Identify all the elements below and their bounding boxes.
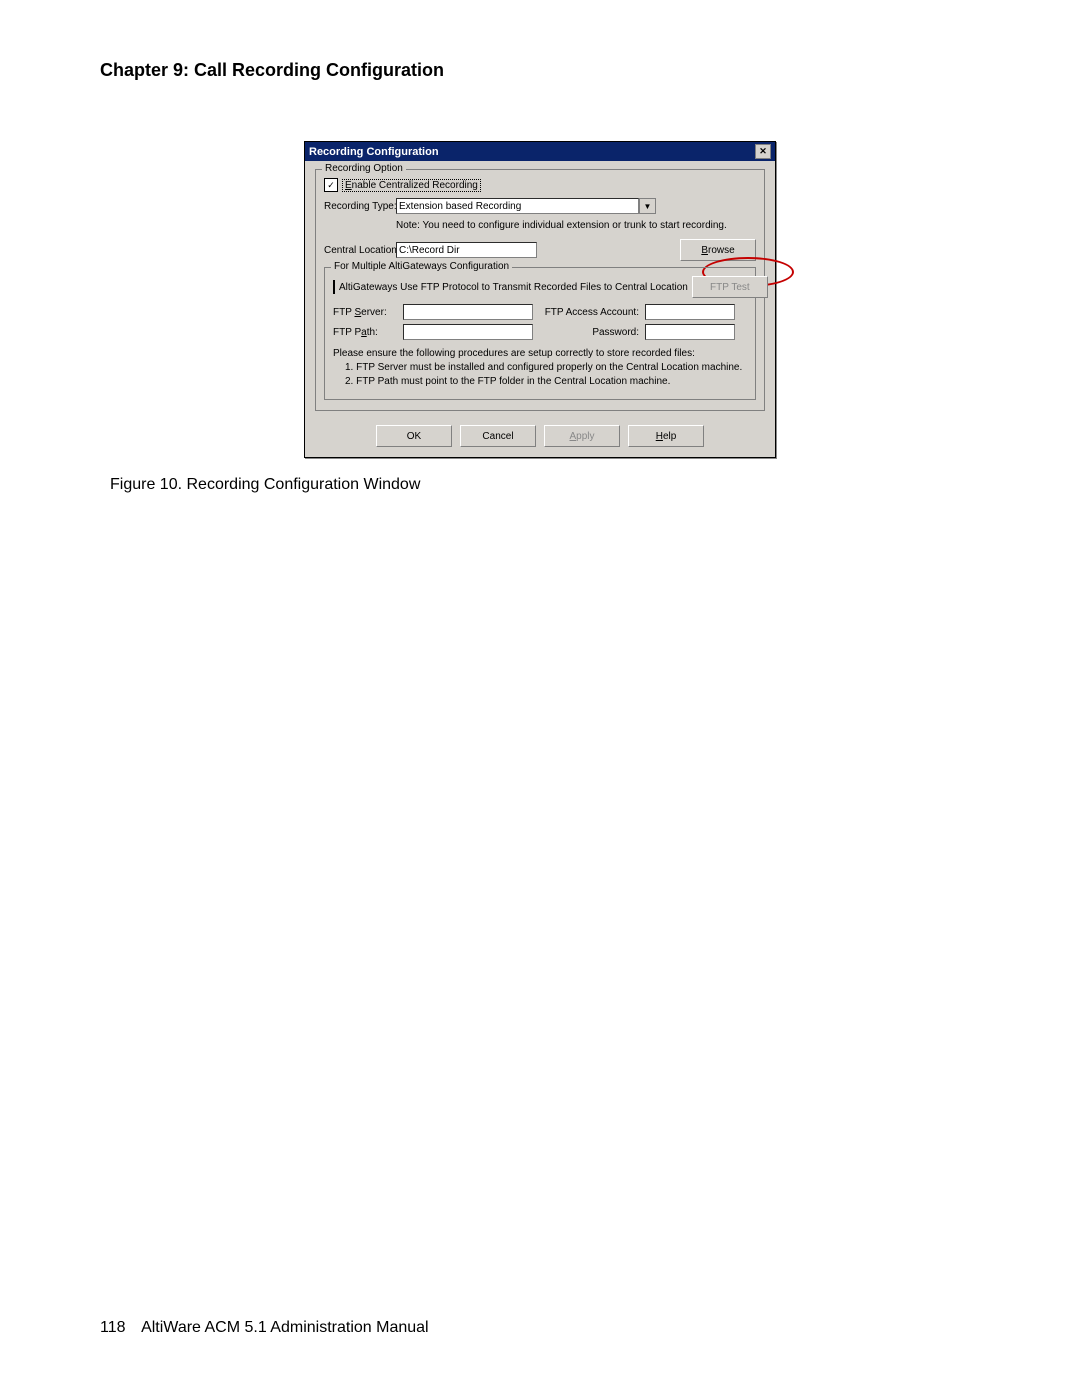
ftp-path-label: FTP Path:: [333, 327, 397, 338]
chevron-down-icon[interactable]: ▼: [639, 198, 656, 214]
ftp-server-input[interactable]: [403, 304, 533, 320]
procedure-1: 1. FTP Server must be installed and conf…: [345, 362, 747, 373]
figure-caption: Figure 10. Recording Configuration Windo…: [110, 476, 420, 494]
enable-rest: nable Centralized Recording: [352, 180, 478, 191]
central-location-input[interactable]: [396, 242, 537, 258]
group-legend: Recording Option: [322, 163, 406, 174]
document-page: Chapter 9: Call Recording Configuration …: [0, 0, 1080, 1397]
enable-centralized-label: Enable Centralized Recording: [342, 179, 481, 192]
dialog-button-row: OK Cancel Apply Help: [315, 425, 765, 447]
enable-underline: E: [345, 180, 352, 191]
dialog-body: Recording Option ✓ Enable Centralized Re…: [305, 161, 775, 457]
dialog-title: Recording Configuration: [309, 146, 439, 158]
help-ul: H: [656, 431, 663, 442]
password-input[interactable]: [645, 324, 735, 340]
footer-text: AltiWare ACM 5.1 Administration Manual: [141, 1319, 429, 1336]
procedures-intro: Please ensure the following procedures a…: [333, 348, 747, 359]
ftp-protocol-label: AltiGateways Use FTP Protocol to Transmi…: [339, 282, 688, 293]
password-label: Password:: [539, 327, 639, 338]
ftp-test-button[interactable]: FTP Test: [692, 276, 768, 298]
recording-type-value[interactable]: [396, 198, 639, 214]
ftp-fields-grid: FTP Server: FTP Access Account: FTP Path…: [333, 304, 747, 340]
help-rest: elp: [663, 431, 676, 442]
central-location-label: Central Location:: [324, 245, 392, 256]
help-button[interactable]: Help: [628, 425, 704, 447]
browse-rest: rowse: [708, 245, 735, 256]
recording-type-select[interactable]: ▼: [396, 198, 656, 214]
figure-wrap: Recording Configuration ✕ Recording Opti…: [100, 141, 980, 494]
enable-centralized-row: ✓ Enable Centralized Recording: [324, 178, 756, 192]
ftp-server-pre: FTP: [333, 307, 354, 318]
page-number: 118: [100, 1319, 126, 1336]
ftp-path-input[interactable]: [403, 324, 533, 340]
ftp-protocol-checkbox[interactable]: [333, 280, 335, 294]
ftp-protocol-row: AltiGateways Use FTP Protocol to Transmi…: [333, 276, 747, 298]
recording-note: Note: You need to configure individual e…: [396, 220, 756, 231]
ftp-server-rest: erver:: [361, 307, 387, 318]
chapter-title: Chapter 9: Call Recording Configuration: [100, 60, 980, 81]
ftp-path-rest: th:: [367, 327, 378, 338]
recording-type-label: Recording Type:: [324, 201, 392, 212]
ftp-path-pre: FTP P: [333, 327, 361, 338]
apply-rest: pply: [576, 431, 594, 442]
ftp-access-account-input[interactable]: [645, 304, 735, 320]
enable-centralized-checkbox[interactable]: ✓: [324, 178, 338, 192]
close-icon[interactable]: ✕: [755, 144, 771, 159]
dialog-titlebar: Recording Configuration ✕: [305, 142, 775, 161]
multi-altigateways-group: For Multiple AltiGateways Configuration …: [324, 267, 756, 400]
inner-group-legend: For Multiple AltiGateways Configuration: [331, 261, 512, 272]
browse-button[interactable]: Browse: [680, 239, 756, 261]
ftp-server-label: FTP Server:: [333, 307, 397, 318]
apply-button[interactable]: Apply: [544, 425, 620, 447]
recording-configuration-dialog: Recording Configuration ✕ Recording Opti…: [304, 141, 776, 458]
page-footer: 118 AltiWare ACM 5.1 Administration Manu…: [100, 1319, 429, 1337]
recording-option-group: Recording Option ✓ Enable Centralized Re…: [315, 169, 765, 411]
browse-ul: B: [701, 245, 708, 256]
ok-button[interactable]: OK: [376, 425, 452, 447]
procedure-2: 2. FTP Path must point to the FTP folder…: [345, 376, 747, 387]
recording-type-row: Recording Type: ▼: [324, 198, 756, 214]
ftp-access-account-label: FTP Access Account:: [539, 307, 639, 318]
central-location-row: Central Location: Browse: [324, 239, 756, 261]
cancel-button[interactable]: Cancel: [460, 425, 536, 447]
